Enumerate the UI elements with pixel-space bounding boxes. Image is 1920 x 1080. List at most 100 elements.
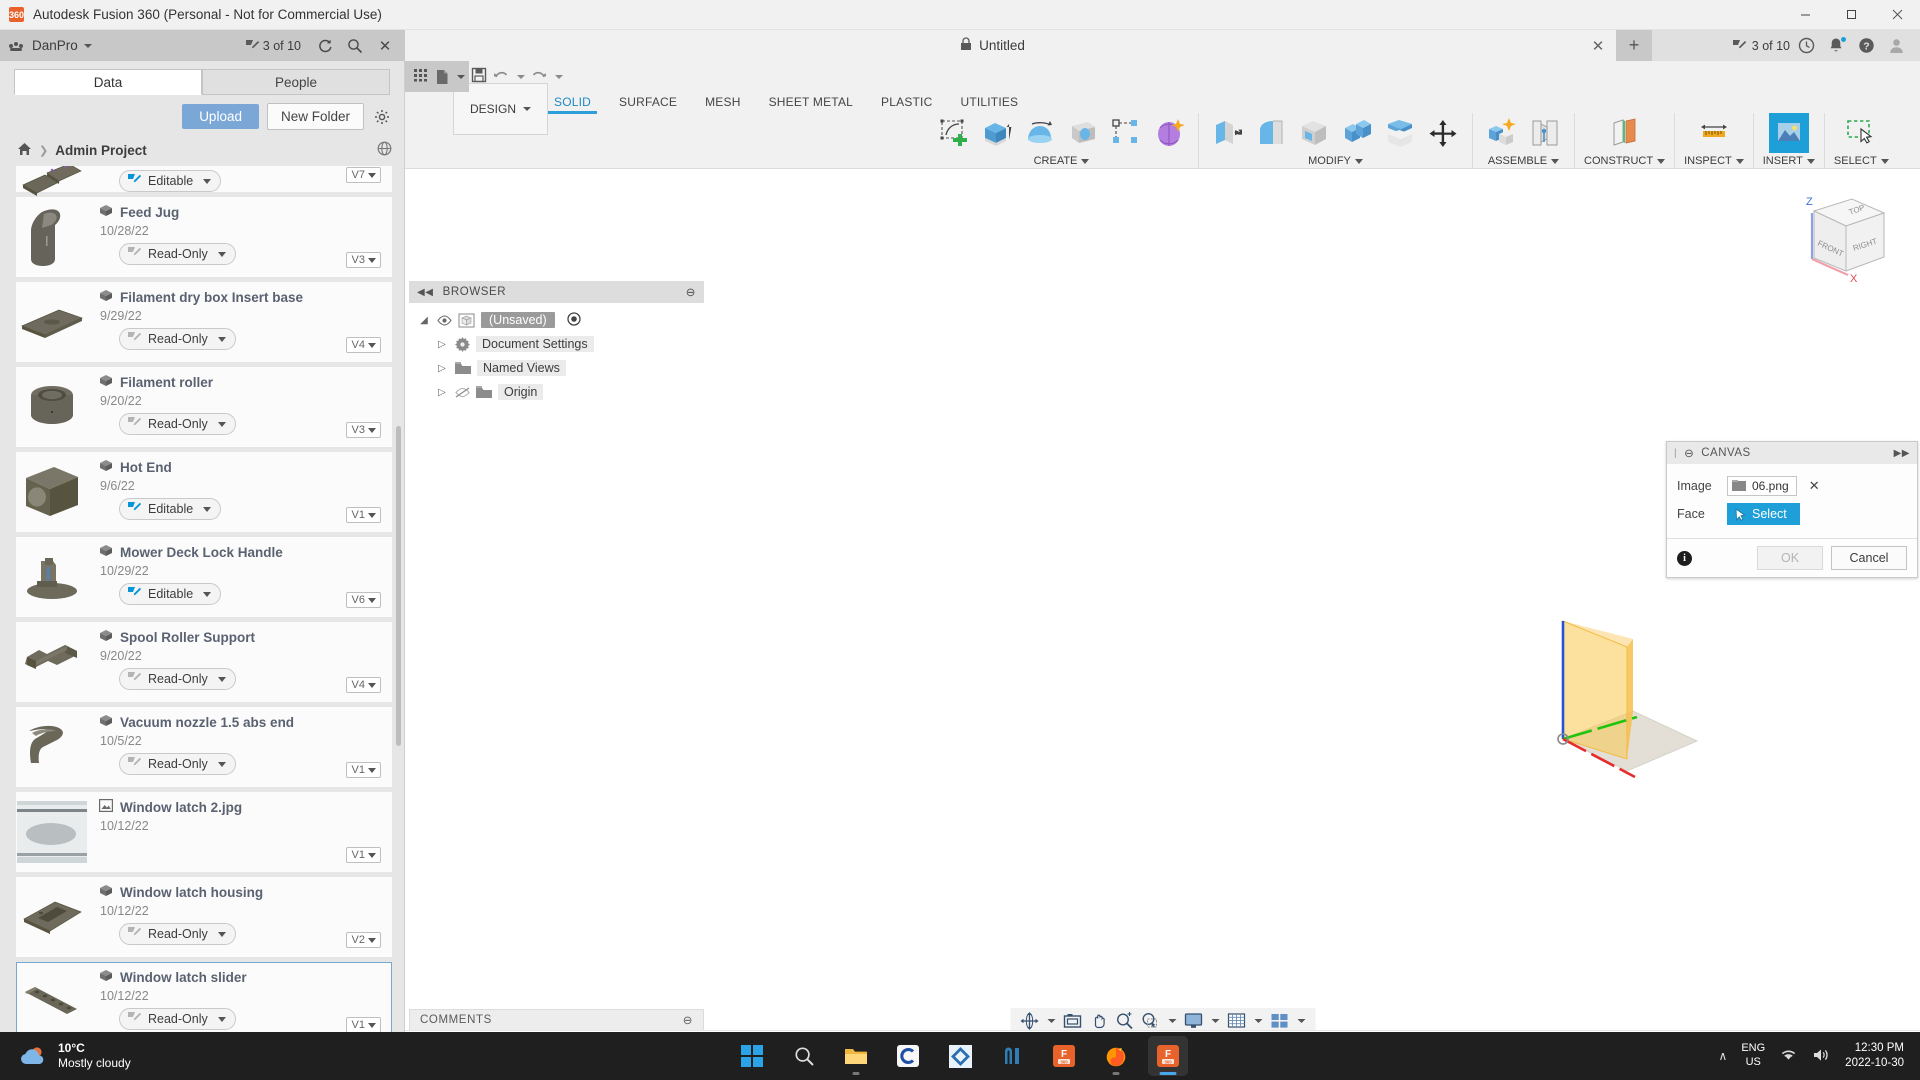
language-indicator[interactable]: ENG US — [1741, 1042, 1765, 1070]
start-icon[interactable] — [732, 1036, 772, 1076]
list-item-permission-dropdown[interactable]: Read-Only — [119, 1008, 236, 1030]
list-item-permission-dropdown[interactable]: Read-Only — [119, 243, 236, 265]
canvas-face-select-button[interactable]: Select — [1727, 503, 1800, 525]
ribbon-panels[interactable]: CREATE MODIFY ASSEMBLE CONSTRUCT INSPECT INSE… — [925, 113, 1920, 169]
document-tab[interactable]: Untitled — [405, 30, 1580, 61]
form-icon[interactable] — [1149, 113, 1189, 153]
list-item-permission-dropdown[interactable]: Read-Only — [119, 413, 236, 435]
app-c-icon[interactable] — [888, 1036, 928, 1076]
browser-node-expand-icon[interactable]: ▷ — [435, 339, 449, 350]
ribbon-tab-strip[interactable]: SOLID SURFACE MESH SHEET METAL PLASTIC UTILIT… — [540, 92, 1032, 114]
activate-component-icon[interactable] — [567, 311, 581, 329]
panel-close-icon[interactable]: ✕ — [375, 36, 395, 56]
document-tab-close-icon[interactable]: ✕ — [1580, 30, 1616, 61]
permission-chevron-down-icon[interactable] — [217, 336, 226, 342]
new-component-icon[interactable] — [1482, 113, 1522, 153]
volume-icon[interactable] — [1812, 1047, 1831, 1066]
close-button[interactable] — [1874, 0, 1920, 30]
list-item-permission-dropdown[interactable]: Read-Only — [119, 668, 236, 690]
list-item[interactable]: Hot End 9/6/22 Editable V1 — [16, 452, 392, 532]
ribbon-panel-label[interactable]: INSPECT — [1684, 155, 1744, 167]
ribbon-panel-chevron-down-icon[interactable] — [1551, 158, 1560, 164]
browser-collapse-icon[interactable]: ◀◀ — [417, 287, 434, 298]
permission-chevron-down-icon[interactable] — [203, 591, 212, 597]
ribbon-panel-chevron-down-icon[interactable] — [1081, 158, 1090, 164]
view-cube[interactable]: TOP FRONT RIGHT Z X — [1784, 183, 1894, 291]
permission-chevron-down-icon[interactable] — [217, 1016, 226, 1022]
notifications-icon[interactable] — [1822, 30, 1850, 61]
list-item-permission-dropdown[interactable]: Editable — [119, 498, 222, 520]
window-select-icon[interactable] — [1841, 113, 1881, 153]
zoom-icon[interactable] — [1112, 1011, 1136, 1031]
breadcrumb-project[interactable]: Admin Project — [55, 143, 147, 158]
ribbon-tab-plastic[interactable]: PLASTIC — [867, 92, 946, 114]
ribbon-panel-label[interactable]: SELECT — [1834, 155, 1889, 167]
tray-chevron-up-icon[interactable]: ∧ — [1719, 1049, 1728, 1063]
canvas-dialog-expand-icon[interactable]: ▶▶ — [1894, 448, 1910, 459]
pattern-icon[interactable] — [1106, 113, 1146, 153]
browser-node-expand-icon[interactable]: ▷ — [435, 387, 449, 398]
ribbon-panel-chevron-down-icon[interactable] — [1735, 158, 1744, 164]
ribbon-panel-chevron-down-icon[interactable] — [1354, 158, 1363, 164]
app-grid-icon[interactable] — [413, 67, 429, 86]
list-item[interactable]: Filament dry box Insert base 9/29/22 Read-… — [16, 282, 392, 362]
split-face-icon[interactable] — [1380, 113, 1420, 153]
ribbon-tab-surface[interactable]: SURFACE — [605, 92, 691, 114]
permission-chevron-down-icon[interactable] — [203, 506, 212, 512]
press-pull-icon[interactable] — [1208, 113, 1248, 153]
search-icon[interactable] — [345, 36, 365, 56]
browser-node-unsaved[interactable]: ◢ (Unsaved) — [409, 308, 704, 332]
redo-chevron-down-icon[interactable] — [555, 74, 563, 79]
create-sketch-icon[interactable] — [934, 113, 974, 153]
version-chevron-down-icon[interactable] — [368, 682, 376, 688]
tab-people[interactable]: People — [202, 69, 390, 95]
cancel-button[interactable]: Cancel — [1831, 546, 1907, 570]
joint-icon[interactable] — [1525, 113, 1565, 153]
ribbon-tab-mesh[interactable]: MESH — [691, 92, 754, 114]
ribbon-panel-chevron-down-icon[interactable] — [1806, 158, 1815, 164]
viewports-icon[interactable] — [1267, 1012, 1308, 1030]
gear-icon[interactable] — [372, 107, 392, 127]
save-icon[interactable] — [471, 67, 487, 86]
clock[interactable]: 12:30 PM 2022-10-30 — [1845, 1041, 1904, 1071]
ribbon-tab-sheet-metal[interactable]: SHEET METAL — [755, 92, 867, 114]
version-chevron-down-icon[interactable] — [368, 512, 376, 518]
browser-node-expand-icon[interactable]: ▷ — [435, 363, 449, 374]
viewports-chevron-down-icon[interactable] — [1297, 1019, 1305, 1023]
browser-node-expand-icon[interactable]: ◢ — [417, 315, 431, 326]
minimize-button[interactable] — [1782, 0, 1828, 30]
ribbon-tab-utilities[interactable]: UTILITIES — [946, 92, 1032, 114]
file-menu-button[interactable] — [435, 69, 465, 85]
version-chevron-down-icon[interactable] — [368, 172, 376, 178]
permission-chevron-down-icon[interactable] — [217, 676, 226, 682]
help-icon[interactable]: ? — [1852, 30, 1880, 61]
version-chevron-down-icon[interactable] — [368, 427, 376, 433]
fusion-icon[interactable]: F 360 — [1044, 1036, 1084, 1076]
browser-node-document-settings[interactable]: ▷ Document Settings — [409, 332, 704, 356]
ribbon-panel-label[interactable]: CONSTRUCT — [1584, 155, 1666, 167]
dialog-grip-icon[interactable]: | — [1674, 448, 1677, 459]
ok-button[interactable]: OK — [1757, 546, 1823, 570]
file-explorer-icon[interactable] — [836, 1036, 876, 1076]
list-item[interactable]: 10/1/22EditableV7 — [16, 166, 392, 196]
list-item[interactable]: Feed Jug 10/28/22 Read-Only V3 — [16, 197, 392, 277]
list-item-version-badge[interactable]: V4 — [345, 337, 381, 353]
version-chevron-down-icon[interactable] — [368, 342, 376, 348]
app-diamond-icon[interactable] — [940, 1036, 980, 1076]
ribbon-panel-label[interactable]: ASSEMBLE — [1488, 155, 1560, 167]
list-item[interactable]: Window latch slider 10/12/22 Read-Only V1 — [16, 962, 392, 1042]
ribbon-panel-label[interactable]: CREATE — [1034, 155, 1090, 167]
account-avatar-icon[interactable] — [1882, 30, 1910, 61]
viewport[interactable]: ◀◀ BROWSER ⊖ ◢ (Unsaved) ▷ Document Setting… — [405, 169, 1920, 1080]
weather-widget[interactable]: 10°C Mostly cloudy — [18, 1041, 131, 1071]
display-settings-icon[interactable] — [1181, 1012, 1222, 1030]
list-item[interactable]: Mower Deck Lock Handle 10/29/22 Editable V6 — [16, 537, 392, 617]
measure-icon[interactable] — [1694, 113, 1734, 153]
pan-icon[interactable] — [1086, 1011, 1110, 1031]
app-n-icon[interactable] — [992, 1036, 1032, 1076]
orbit-icon[interactable] — [1017, 1011, 1058, 1031]
shell-icon[interactable] — [1294, 113, 1334, 153]
refresh-icon[interactable] — [315, 36, 335, 56]
list-item-permission-dropdown[interactable]: Read-Only — [119, 328, 236, 350]
info-icon[interactable]: i — [1677, 550, 1692, 566]
